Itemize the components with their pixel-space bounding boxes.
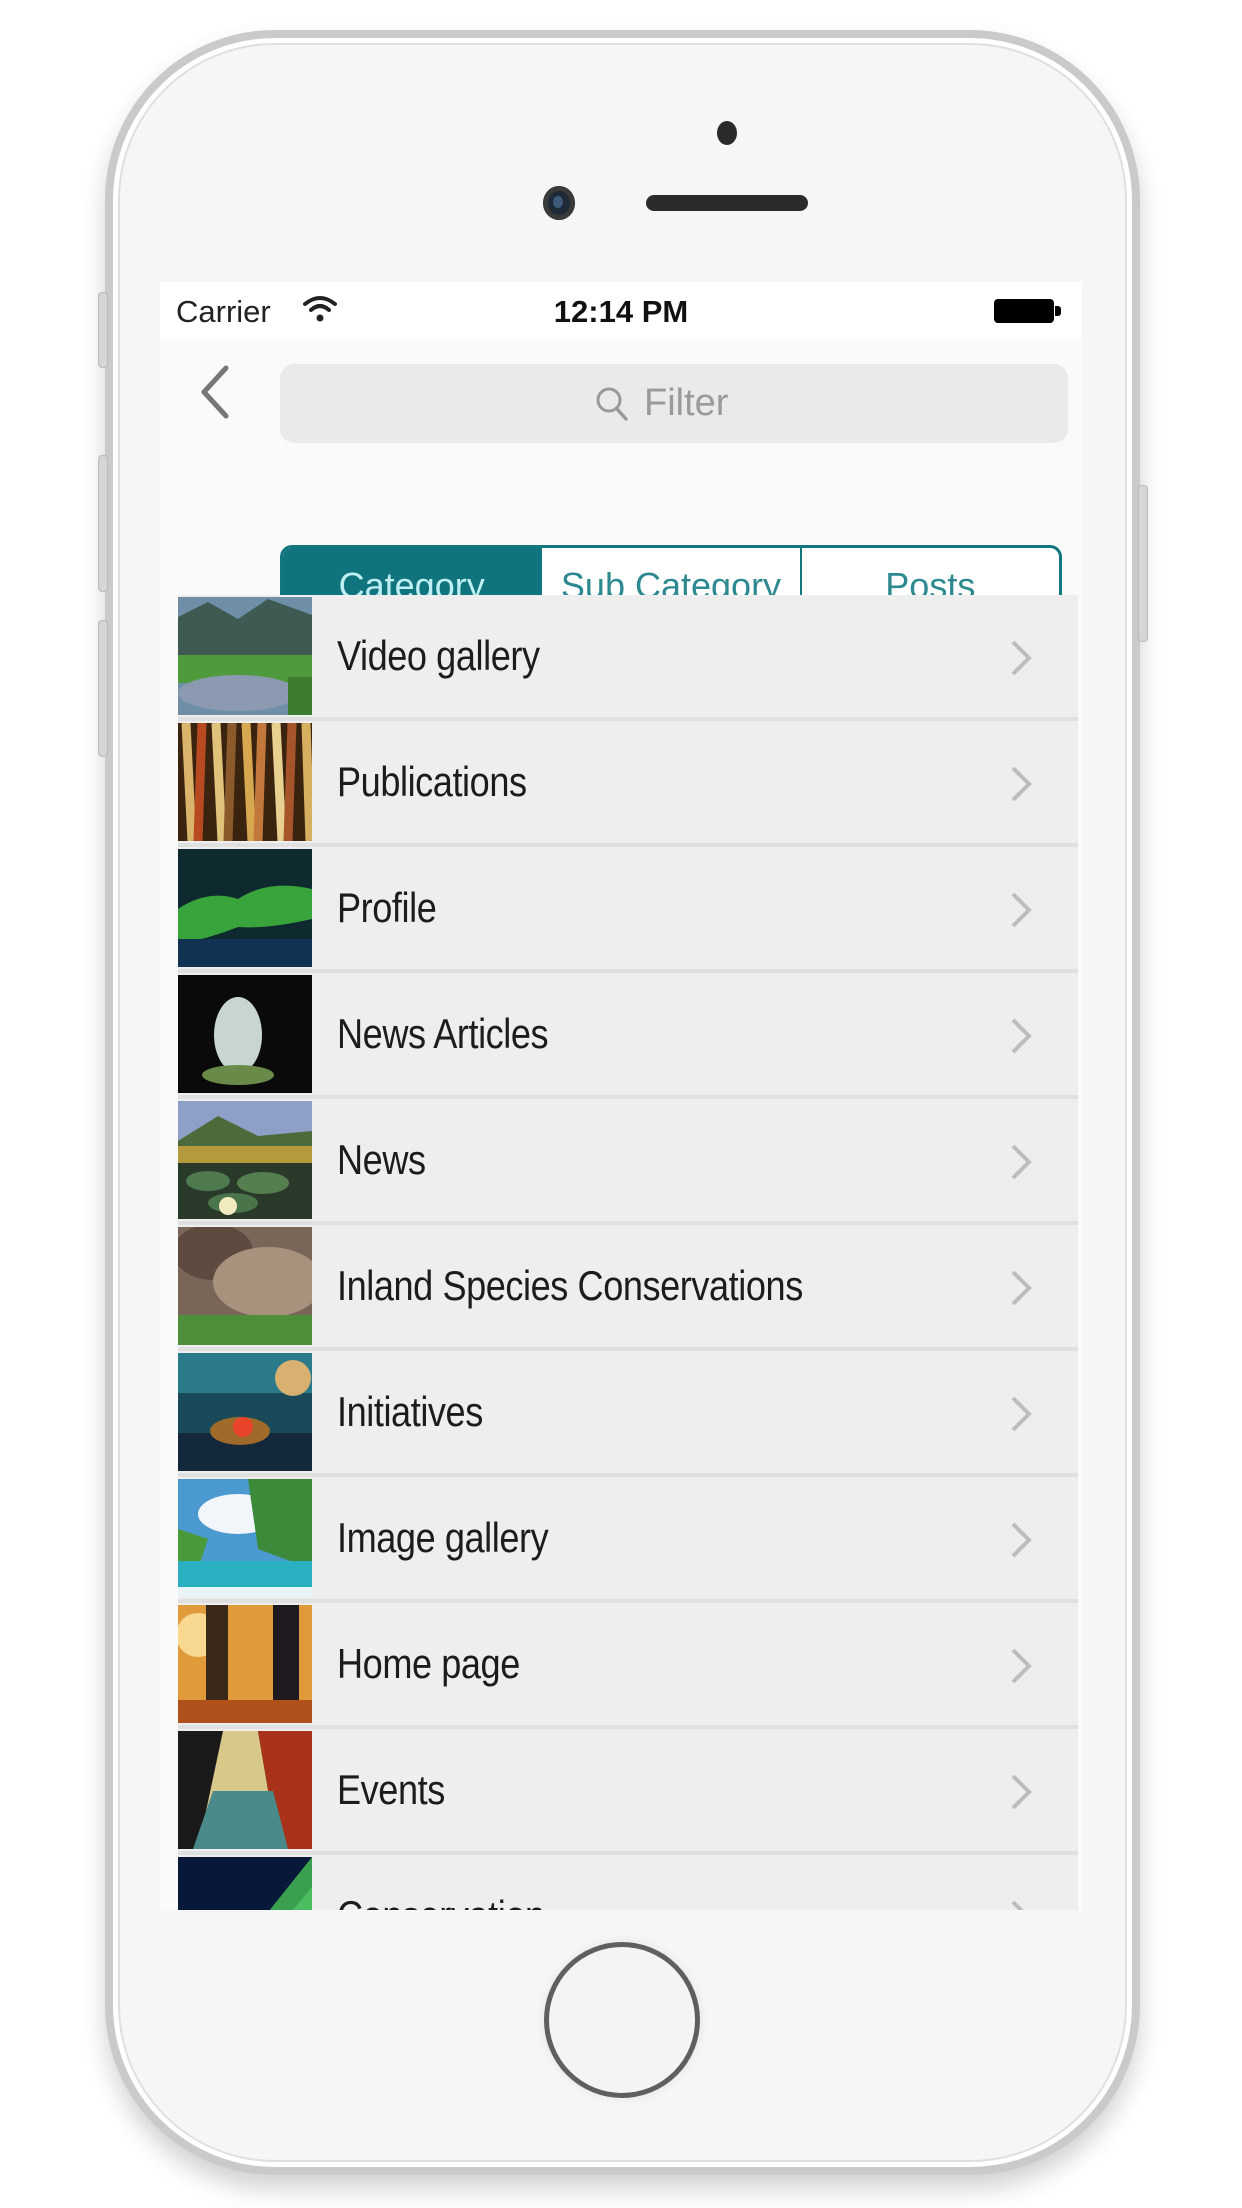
chevron-right-icon (1011, 640, 1032, 676)
turquoise-river-image (178, 1479, 312, 1597)
green-leaf-image (178, 1857, 312, 1910)
list-item-label: News Articles (337, 1010, 549, 1057)
chevron-right-icon (1011, 1018, 1032, 1054)
chevron-left-icon[interactable] (196, 362, 236, 422)
home-button[interactable] (544, 1942, 700, 2098)
list-item[interactable]: Home page (178, 1603, 1078, 1729)
cave-waterfall-image (178, 975, 312, 1093)
list-item[interactable]: Image gallery (178, 1477, 1078, 1603)
forest-road-image (178, 1731, 312, 1849)
battery-icon (994, 299, 1054, 323)
chevron-right-icon (1011, 1270, 1032, 1306)
list-item-label: Publications (337, 758, 527, 805)
chevron-right-icon (1011, 1648, 1032, 1684)
power-button (1138, 485, 1148, 642)
list-item[interactable]: Initiatives (178, 1351, 1078, 1477)
list-item[interactable]: Profile (178, 847, 1078, 973)
autumn-forest-image (178, 1605, 312, 1723)
chevron-right-icon (1011, 1522, 1032, 1558)
chevron-right-icon (1011, 1144, 1032, 1180)
rocks-grass-image (178, 1227, 312, 1345)
list-item[interactable]: Events (178, 1729, 1078, 1855)
volume-down-button (98, 620, 108, 757)
mountain-lake-image (178, 597, 312, 715)
list-item[interactable]: News (178, 1099, 1078, 1225)
books-image (178, 723, 312, 841)
list-item[interactable]: Inland Species Conservations (178, 1225, 1078, 1351)
earpiece-speaker (646, 195, 808, 211)
list-item[interactable]: Conservation (178, 1855, 1078, 1910)
list-item-label: Profile (337, 884, 437, 931)
list-item-label: Conservation (337, 1855, 545, 1910)
list-item-label: News (337, 1136, 426, 1183)
list-item-label: Video gallery (337, 632, 540, 679)
chevron-right-icon (1011, 1774, 1032, 1810)
clock: 12:14 PM (553, 294, 689, 329)
underwater-flower-image (178, 1353, 312, 1471)
search-icon (596, 387, 628, 421)
list-item[interactable]: Video gallery (178, 595, 1078, 721)
category-list: Video gallery Publications Profile News … (178, 595, 1078, 1910)
list-item-label: Inland Species Conservations (337, 1262, 803, 1309)
battery-tip (1055, 306, 1061, 316)
mute-switch (98, 292, 108, 368)
status-bar: Carrier 12:14 PM (160, 282, 1082, 340)
list-item-label: Initiatives (337, 1388, 483, 1435)
proximity-sensor (717, 121, 737, 145)
chevron-right-icon (1011, 1900, 1024, 1910)
app-screen: Carrier 12:14 PM Category Sub Category P… (160, 282, 1082, 1910)
list-item[interactable]: Publications (178, 721, 1078, 847)
moss-log-image (178, 849, 312, 967)
volume-up-button (98, 455, 108, 592)
chevron-right-icon (1011, 766, 1032, 802)
nav-bar: Category Sub Category Posts (160, 340, 1082, 626)
chevron-right-icon (1011, 892, 1032, 928)
front-camera (543, 186, 575, 220)
filter-input[interactable] (644, 382, 754, 425)
list-item-label: Image gallery (337, 1514, 549, 1561)
list-item-label: Home page (337, 1640, 520, 1687)
lily-pads-image (178, 1101, 312, 1219)
chevron-right-icon (1011, 1396, 1032, 1432)
filter-search-bar[interactable] (280, 364, 1068, 443)
list-item[interactable]: News Articles (178, 973, 1078, 1099)
list-item-label: Events (337, 1766, 445, 1813)
